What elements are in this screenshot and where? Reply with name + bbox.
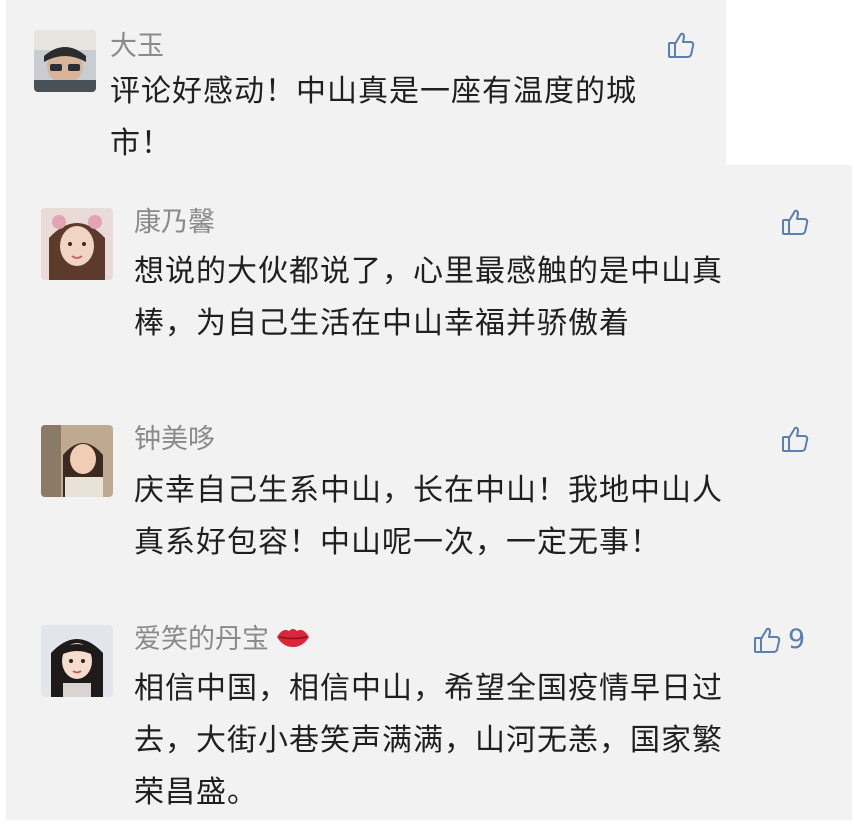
comment-line: 相信中国，相信中山，希望全国疫情早日过	[134, 671, 723, 706]
comment-text: 庆幸自己生系中山，长在中山！我地中山人 真系好包容！中山呢一次，一定无事！	[134, 465, 723, 569]
commenter-name: 爱笑的丹宝	[134, 624, 311, 657]
like-button[interactable]	[780, 424, 816, 454]
thumbs-up-icon	[782, 426, 809, 452]
comment-line: 去，大街小巷笑声满满，山河无恙，国家繁	[134, 723, 723, 758]
comment-text: 想说的大伙都说了，心里最感触的是中山真 棒，为自己生活在中山幸福并骄傲着	[134, 246, 723, 350]
like-button[interactable]	[666, 30, 702, 60]
commenter-name-text: 爱笑的丹宝	[134, 624, 269, 655]
comment-line: 想说的大伙都说了，心里最感触的是中山真	[134, 254, 723, 289]
avatar[interactable]	[41, 425, 113, 497]
comment-line: 市！	[110, 126, 172, 161]
comment-line: 真系好包容！中山呢一次，一定无事！	[134, 525, 661, 560]
commenter-name: 康乃馨	[134, 207, 215, 238]
avatar[interactable]	[41, 208, 113, 280]
thumbs-up-icon	[754, 627, 781, 653]
comment-line: 评论好感动！中山真是一座有温度的城	[110, 74, 637, 109]
thumbs-up-icon	[668, 32, 695, 58]
avatar[interactable]	[41, 625, 113, 697]
comment-line: 荣昌盛。	[134, 775, 258, 810]
comment-text: 评论好感动！中山真是一座有温度的城 市！	[110, 66, 637, 170]
comment-line: 棒，为自己生活在中山幸福并骄傲着	[134, 306, 630, 341]
like-button[interactable]: 9	[752, 624, 805, 656]
avatar[interactable]	[34, 30, 96, 92]
comment-line: 庆幸自己生系中山，长在中山！我地中山人	[134, 473, 723, 508]
like-count: 9	[788, 624, 806, 655]
like-button[interactable]	[780, 207, 816, 237]
thumbs-up-icon	[782, 209, 809, 235]
commenter-name: 大玉	[110, 31, 164, 62]
lips-icon	[275, 625, 311, 657]
commenter-name: 钟美哆	[134, 424, 215, 455]
comment-text: 相信中国，相信中山，希望全国疫情早日过 去，大街小巷笑声满满，山河无恙，国家繁 …	[134, 663, 723, 819]
